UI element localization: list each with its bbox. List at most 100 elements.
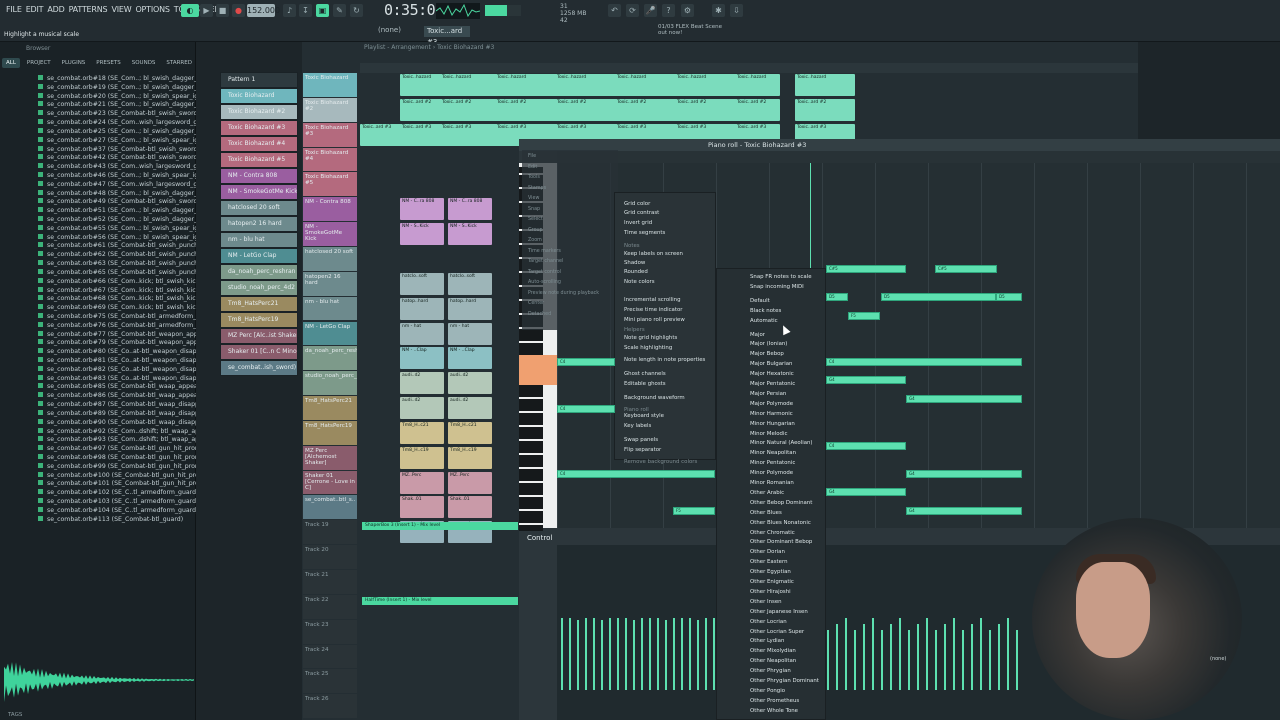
playlist-clip[interactable]: NM - S..Kick — [400, 223, 444, 246]
browser-item[interactable]: se_combat.orb#62 (SE_Combat-btl_swish_pu… — [38, 251, 196, 260]
playlist-clip[interactable]: NM - S..Kick — [448, 223, 492, 246]
scale-option[interactable]: Snap incoming MIDI — [750, 284, 804, 290]
loop-record-icon[interactable]: ↻ — [350, 4, 363, 17]
velocity-bar[interactable] — [681, 618, 683, 690]
track-header[interactable]: Toxic Biohazard #5 — [303, 172, 357, 197]
scale-option[interactable]: Minor Romanian — [750, 480, 794, 486]
track-header[interactable]: Track 23 — [303, 619, 357, 644]
playlist-clip[interactable]: hatop..hard — [400, 297, 444, 320]
browser-item[interactable]: se_combat.orb#100 (SE_Combat-btl_gun_hit… — [38, 471, 196, 481]
scale-option[interactable]: Other Lydian — [750, 638, 784, 644]
velocity-bar[interactable] — [944, 624, 946, 690]
menu-item-view[interactable]: VIEW — [109, 5, 133, 14]
piano-roll-menu-item[interactable]: Select — [528, 217, 543, 222]
playlist-clip[interactable]: Toxic..ard #2 — [400, 98, 444, 121]
midi-note[interactable]: F5 — [848, 312, 880, 320]
velocity-bar[interactable] — [601, 620, 603, 690]
midi-note[interactable]: G4 — [906, 507, 1022, 515]
view-menu-item[interactable]: Incremental scrolling — [624, 297, 681, 303]
playlist-clip[interactable]: Toxic..ard #2 — [795, 98, 855, 121]
scale-option[interactable]: Minor Melodic — [750, 431, 787, 437]
scale-option[interactable]: Other Phrygian — [750, 668, 791, 674]
refresh-icon[interactable]: ⟳ — [626, 4, 639, 17]
scale-option[interactable]: Other Japanese Insen — [750, 609, 808, 615]
view-menu-item[interactable]: Swap panels — [624, 437, 658, 443]
browser-item[interactable]: se_combat.orb#20 (SE_Com..; bl_swish_spe… — [38, 92, 196, 102]
velocity-bar[interactable] — [593, 618, 595, 690]
browser-item[interactable]: se_combat.orb#99 (SE_Combat-btl_gun_hit_… — [38, 462, 196, 472]
stop-button[interactable]: ■ — [216, 4, 229, 17]
browser-item[interactable]: se_combat.orb#24 (SE_Com..wish_largeswor… — [38, 119, 196, 128]
browser-item[interactable]: se_combat.orb#43 (SE_Com..wish_largeswor… — [38, 163, 196, 172]
playlist-clip[interactable]: Toxic..hazard — [795, 74, 855, 96]
view-menu-item[interactable]: Editable ghosts — [624, 381, 666, 387]
midi-note[interactable]: C4 — [557, 358, 615, 366]
velocity-bar[interactable] — [890, 624, 892, 690]
playlist-clip[interactable]: Toxic..hazard — [400, 74, 444, 96]
browser-item[interactable]: se_combat.orb#48 (SE_Com..; bl_swish_dag… — [38, 189, 196, 199]
playlist-clip[interactable]: NM - ..Clap — [400, 347, 444, 370]
scale-option[interactable]: Major Polymode — [750, 401, 793, 407]
step-edit-icon[interactable]: ✎ — [333, 4, 346, 17]
browser-item[interactable]: se_combat.orb#69 (SE_Com..kick; btl_swis… — [38, 304, 196, 313]
midi-note[interactable]: D5 — [881, 293, 996, 301]
scale-option[interactable]: Other Insen — [750, 599, 782, 605]
view-menu-item[interactable]: Time segments — [624, 230, 665, 236]
midi-note[interactable]: C#5 — [826, 265, 906, 273]
view-menu-item[interactable]: Shadow — [624, 260, 645, 266]
scale-option[interactable]: Snap FR notes to scale — [750, 274, 812, 280]
wait-input-icon[interactable]: ↧ — [299, 4, 312, 17]
channel-button[interactable]: MZ Perc [Alc..ist Shaker] — [220, 327, 298, 344]
menu-item-patterns[interactable]: PATTERNS — [67, 5, 110, 14]
pattern-selector[interactable]: Toxic...ard #3 — [424, 26, 470, 46]
browser-item[interactable]: se_combat.orb#21 (SE_Com..; bl_swish_dag… — [38, 101, 196, 110]
browser-item[interactable]: se_combat.orb#66 (SE_Com..kick; btl_swis… — [38, 277, 196, 287]
playlist-clip[interactable]: NM - C..ra 808 — [400, 198, 444, 221]
piano-roll-menu-item[interactable]: Target control — [528, 270, 561, 275]
browser-item[interactable]: se_combat.orb#19 (SE_Com..; bl_swish_dag… — [38, 83, 196, 93]
gear-icon[interactable]: ⚙ — [681, 4, 694, 17]
channel-button[interactable]: hatclosed 20 soft — [220, 199, 298, 216]
piano-roll-menu-item[interactable]: Stamps — [528, 186, 546, 191]
piano-roll-menu-item[interactable]: View — [528, 196, 539, 201]
browser-item[interactable]: se_combat.orb#37 (SE_Combat-btl_swish_sw… — [38, 145, 196, 155]
track-header[interactable]: MZ Perc [Alchemost Shaker] — [303, 445, 357, 470]
tags-label[interactable]: TAGS — [8, 712, 22, 718]
velocity-bar[interactable] — [845, 618, 847, 690]
playlist-ruler[interactable] — [360, 63, 1138, 73]
news-panel[interactable]: 01/03 FLEX Beat Scene out now! — [658, 24, 722, 36]
plugin-icon[interactable]: ✱ — [712, 4, 725, 17]
browser-tab-project[interactable]: PROJECT — [23, 58, 55, 68]
view-menu-item[interactable]: Ghost channels — [624, 371, 666, 377]
scale-option[interactable]: Other Eastern — [750, 559, 788, 565]
scale-option[interactable]: Other Hirajoshi — [750, 589, 791, 595]
track-header[interactable]: NM - Contra 808 — [303, 197, 357, 222]
scale-option[interactable]: Major Pentatonic — [750, 381, 795, 387]
browser-item[interactable]: se_combat.orb#18 (SE_Com..; bl_swish_dag… — [38, 75, 196, 84]
piano-roll-menu-item[interactable]: Center — [528, 301, 544, 306]
scale-option[interactable]: Other Egyptian — [750, 569, 791, 575]
midi-note[interactable]: G4 — [906, 470, 1022, 478]
velocity-bar[interactable] — [971, 624, 973, 690]
browser-tab-starred[interactable]: STARRED — [162, 58, 196, 68]
scale-option[interactable]: Other Phrygian Dominant — [750, 678, 819, 684]
browser-item[interactable]: se_combat.orb#83 (SE_Co..at-btl_weapon_d… — [38, 374, 196, 384]
velocity-bar[interactable] — [1016, 630, 1018, 690]
velocity-bar[interactable] — [609, 618, 611, 690]
track-header[interactable]: Toxic Biohazard #2 — [303, 97, 357, 122]
velocity-bar[interactable] — [926, 618, 928, 690]
channel-button[interactable]: Toxic Biohazard #5 — [220, 151, 298, 168]
view-menu-item[interactable]: Mini piano roll preview — [624, 317, 685, 323]
browser-item[interactable]: se_combat.orb#77 (SE_Combat-btl_weapon_a… — [38, 330, 196, 340]
black-key[interactable] — [519, 447, 543, 453]
scale-option[interactable]: Major Hexatonic — [750, 371, 794, 377]
browser-item[interactable]: se_combat.orb#87 (SE_Combat-btl_waap_dis… — [38, 401, 196, 410]
view-menu-item[interactable]: Scale highlighting — [624, 345, 672, 351]
midi-note[interactable]: D5 — [826, 293, 848, 301]
piano-roll-menu-item[interactable]: Snap — [528, 207, 540, 212]
scale-option[interactable]: Minor Polymode — [750, 470, 793, 476]
piano-roll-menu-item[interactable]: Tools — [528, 175, 540, 180]
velocity-bar[interactable] — [1007, 618, 1009, 690]
velocity-bar[interactable] — [980, 618, 982, 690]
velocity-bar[interactable] — [953, 618, 955, 690]
